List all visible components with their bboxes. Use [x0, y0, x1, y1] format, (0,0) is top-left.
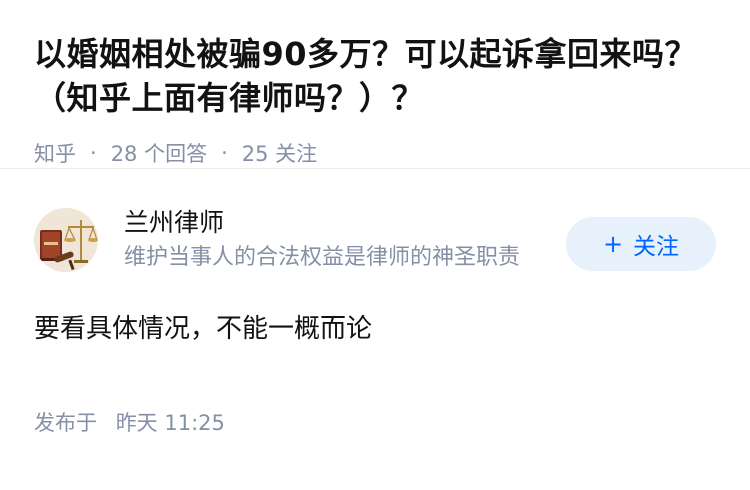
- author-info: 兰州律师 维护当事人的合法权益是律师的神圣职责: [124, 207, 566, 273]
- follow-button[interactable]: + 关注: [566, 217, 716, 271]
- published-label: 发布于: [34, 411, 97, 435]
- meta-separator: ·: [90, 141, 97, 165]
- question-meta: 知乎 · 28 个回答 · 25 关注: [34, 138, 716, 168]
- author-name[interactable]: 兰州律师: [124, 207, 566, 239]
- published-time: 昨天 11:25: [115, 411, 225, 435]
- law-scales-gavel-avatar-icon: [34, 208, 98, 272]
- author-row: 兰州律师 维护当事人的合法权益是律师的神圣职责 + 关注: [34, 207, 716, 273]
- author-avatar[interactable]: [34, 208, 98, 272]
- source-label[interactable]: 知乎: [34, 138, 76, 168]
- author-bio: 维护当事人的合法权益是律师的神圣职责: [124, 245, 521, 270]
- followers-count[interactable]: 25 关注: [242, 138, 317, 168]
- answer-content[interactable]: 要看具体情况，不能一概而论: [34, 311, 716, 347]
- answer-meta: 发布于 昨天 11:25: [34, 407, 716, 437]
- answer-card: 兰州律师 维护当事人的合法权益是律师的神圣职责 + 关注 要看具体情况，不能一概…: [0, 169, 750, 437]
- follow-label: 关注: [633, 234, 680, 260]
- plus-icon: +: [602, 230, 624, 258]
- question-header: 以婚姻相处被骗90多万？可以起诉拿回来吗？（知乎上面有律师吗？）？ 知乎 · 2…: [0, 0, 750, 168]
- question-title[interactable]: 以婚姻相处被骗90多万？可以起诉拿回来吗？（知乎上面有律师吗？）？: [34, 32, 716, 120]
- meta-separator: ·: [221, 141, 228, 165]
- answers-count[interactable]: 28 个回答: [111, 138, 207, 168]
